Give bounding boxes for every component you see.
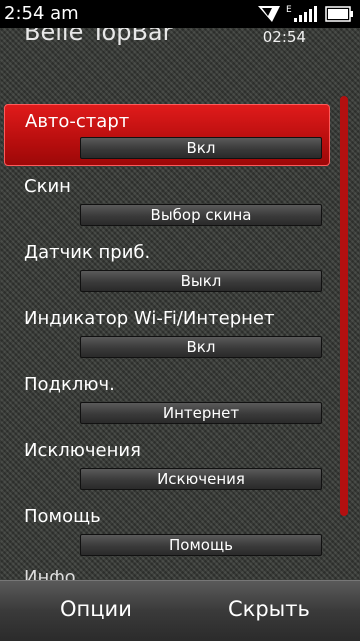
item-label: Помощь: [24, 506, 101, 527]
settings-item-help[interactable]: Помощь Помощь: [4, 500, 330, 566]
status-bar: 2:54 am E: [0, 0, 360, 28]
value-button-connection[interactable]: Интернет: [80, 402, 322, 424]
notification-icon: [258, 6, 280, 22]
hide-softkey[interactable]: Скрыть: [228, 597, 310, 621]
item-label: Подключ.: [24, 374, 115, 395]
settings-item-connection[interactable]: Подключ. Интернет: [4, 368, 330, 434]
settings-item-skin[interactable]: Скин Выбор скина: [4, 170, 330, 236]
status-icons: E: [258, 5, 353, 22]
item-label: Авто-старт: [25, 111, 130, 132]
settings-list: Авто-старт Вкл Скин Выбор скина Датчик п…: [4, 104, 330, 566]
clock: 02:54: [262, 28, 306, 46]
settings-item-wifi-indicator[interactable]: Индикатор Wi-Fi/Интернет Вкл: [4, 302, 330, 368]
item-label: Скин: [24, 176, 71, 197]
options-softkey[interactable]: Опции: [60, 597, 132, 621]
value-button-wifi-indicator[interactable]: Вкл: [80, 336, 322, 358]
softkey-bar: Опции Скрыть: [0, 580, 360, 641]
item-label: Индикатор Wi-Fi/Интернет: [24, 308, 275, 329]
signal-icon: [294, 6, 317, 22]
status-time: 2:54 am: [4, 3, 79, 24]
value-button-exclusions[interactable]: Искючения: [80, 468, 322, 490]
item-label: Исключения: [24, 440, 141, 461]
value-button-sensor[interactable]: Выкл: [80, 270, 322, 292]
scrollbar[interactable]: [340, 96, 348, 516]
settings-item-exclusions[interactable]: Исключения Искючения: [4, 434, 330, 500]
value-button-skin[interactable]: Выбор скина: [80, 204, 322, 226]
settings-item-sensor[interactable]: Датчик приб. Выкл: [4, 236, 330, 302]
item-label: Датчик приб.: [24, 242, 151, 263]
network-type-icon: E: [286, 5, 292, 15]
battery-icon: [325, 6, 353, 22]
settings-item-autostart[interactable]: Авто-старт Вкл: [4, 104, 330, 166]
value-button-help[interactable]: Помощь: [80, 534, 322, 556]
value-button-autostart[interactable]: Вкл: [80, 137, 322, 159]
